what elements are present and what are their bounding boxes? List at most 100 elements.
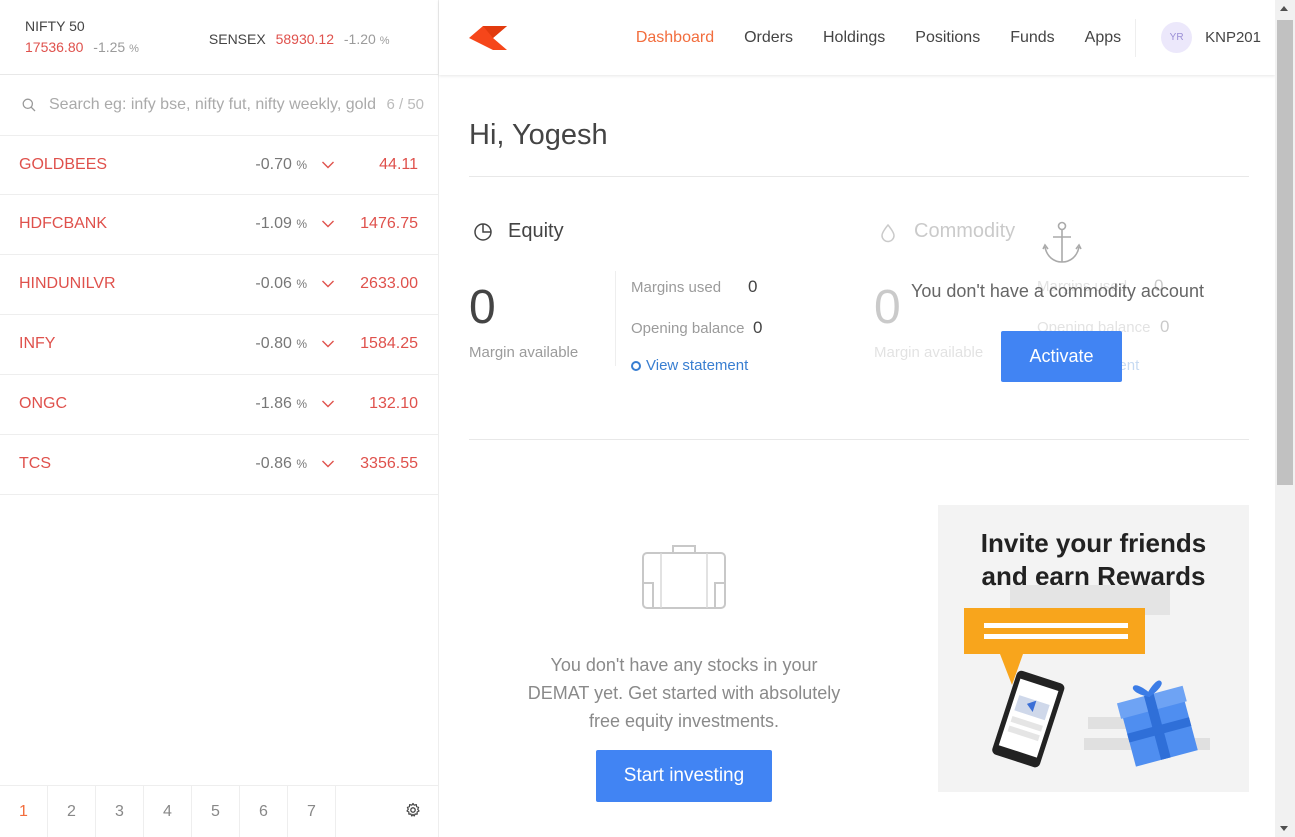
watchlist-tab-6[interactable]: 6 <box>240 786 288 837</box>
greeting: Hi, Yogesh <box>469 119 608 151</box>
divider <box>469 439 1249 440</box>
watchlist-tab-4[interactable]: 4 <box>144 786 192 837</box>
watchlist-row[interactable]: INFY -0.80 % 1584.25 <box>0 315 438 375</box>
watchlist-tab-5[interactable]: 5 <box>192 786 240 837</box>
equity-margin-available: 0 <box>469 281 496 334</box>
instrument-symbol: ONGC <box>19 395 67 412</box>
no-commodity-message: You don't have a commodity account <box>911 281 1204 301</box>
watchlist-tab-7[interactable]: 7 <box>288 786 336 837</box>
nav-funds[interactable]: Funds <box>1010 29 1054 47</box>
percent-change: -0.86 % <box>255 455 307 472</box>
statement-icon <box>631 361 641 371</box>
nav-positions[interactable]: Positions <box>915 29 980 47</box>
avatar[interactable]: YR <box>1161 22 1193 53</box>
percent-change: -1.86 % <box>255 395 307 412</box>
marketwatch-panel: NIFTY 50 17536.80 -1.25 % SENSEX 58930.1… <box>0 0 439 837</box>
nav-dashboard[interactable]: Dashboard <box>636 29 714 47</box>
chevron-down-icon <box>322 161 334 169</box>
top-header: Dashboard Orders Holdings Positions Funds App… <box>439 0 1275 75</box>
chevron-down-icon <box>322 340 334 348</box>
watchlist-pager: 1234567 <box>0 785 439 837</box>
index-bar: NIFTY 50 17536.80 -1.25 % SENSEX 58930.1… <box>0 0 438 75</box>
instrument-symbol: HDFCBANK <box>19 215 108 232</box>
commodity-margin-available: 0 <box>874 281 901 334</box>
last-price: 1584.25 <box>360 335 418 352</box>
scroll-down-arrow[interactable] <box>1280 826 1288 831</box>
margin-available-label: Margin available <box>874 344 984 361</box>
droplet-icon <box>881 223 895 243</box>
watchlist-tab-3[interactable]: 3 <box>96 786 144 837</box>
kite-dashboard: NIFTY 50 17536.80 -1.25 % SENSEX 58930.1… <box>0 0 1295 837</box>
briefcase-icon <box>642 545 726 609</box>
commodity-segment: Commodity 0 Margin available Margins use… <box>874 215 1234 395</box>
instrument-symbol: GOLDBEES <box>19 156 108 173</box>
start-investing-button[interactable]: Start investing <box>596 750 772 802</box>
vertical-divider <box>615 271 616 366</box>
last-price: 2633.00 <box>360 275 418 292</box>
commodity-title: Commodity <box>914 220 1016 242</box>
chevron-down-icon <box>322 460 334 468</box>
watchlist: GOLDBEES -0.70 % 44.11 HDFCBANK -1.09 % 1476.… <box>0 136 438 495</box>
activate-button[interactable]: Activate <box>1001 331 1122 382</box>
user-id[interactable]: KNP201 <box>1205 29 1261 46</box>
index-value: 17536.80 <box>25 39 84 55</box>
referral-illustration <box>964 585 1210 768</box>
instrument-symbol: HINDUNILVR <box>19 275 116 292</box>
equity-title: Equity <box>508 220 564 242</box>
percent-change: -0.80 % <box>255 335 307 352</box>
watchlist-tab-1[interactable]: 1 <box>0 786 48 837</box>
watchlist-row[interactable]: TCS -0.86 % 3356.55 <box>0 435 438 495</box>
opening-balance-value: 0 <box>753 318 763 337</box>
divider <box>469 176 1249 177</box>
search-input[interactable] <box>49 96 379 114</box>
instrument-symbol: INFY <box>19 335 56 352</box>
last-price: 1476.75 <box>360 215 418 232</box>
index-name: SENSEX <box>208 31 266 47</box>
index-value: 58930.12 <box>275 31 334 47</box>
scroll-thumb[interactable] <box>1277 20 1293 485</box>
percent-change: -0.06 % <box>255 275 307 292</box>
watchlist-row[interactable]: GOLDBEES -0.70 % 44.11 <box>0 136 438 195</box>
index-sensex[interactable]: SENSEX 58930.12 -1.20 % <box>209 18 390 47</box>
chevron-down-icon <box>322 280 334 288</box>
search-icon <box>22 98 36 112</box>
margins-used-value: 0 <box>748 277 758 296</box>
anchor-icon <box>1042 221 1082 263</box>
last-price: 132.10 <box>369 395 418 412</box>
instrument-symbol: TCS <box>19 455 51 472</box>
percent-change: -1.09 % <box>255 215 307 232</box>
watchlist-row[interactable]: ONGC -1.86 % 132.10 <box>0 375 438 435</box>
percent-change: -0.70 % <box>255 156 307 173</box>
last-price: 3356.55 <box>360 455 418 472</box>
index-change: -1.25 % <box>93 39 139 55</box>
kite-logo[interactable] <box>469 26 507 50</box>
view-statement-link[interactable]: View statement <box>631 357 748 374</box>
pie-chart-icon <box>474 223 492 241</box>
margin-available-label: Margin available <box>469 344 579 361</box>
opening-balance-value: 0 <box>1160 317 1170 336</box>
referral-banner[interactable]: Invite your friends and earn Rewards <box>938 505 1249 792</box>
watchlist-row[interactable]: HDFCBANK -1.09 % 1476.75 <box>0 195 438 255</box>
watchlist-count: 6 / 50 <box>384 96 424 113</box>
index-name: NIFTY 50 <box>25 18 85 34</box>
holdings-empty-state: You don't have any stocks in your DEMAT y… <box>499 543 869 735</box>
nav-divider <box>1135 18 1137 57</box>
empty-holdings-text: You don't have any stocks in your DEMAT y… <box>527 655 841 731</box>
watchlist-row[interactable]: HINDUNILVR -0.06 % 2633.00 <box>0 255 438 315</box>
chevron-down-icon <box>322 400 334 408</box>
last-price: 44.11 <box>379 156 418 173</box>
page-scrollbar[interactable] <box>1275 0 1295 837</box>
scroll-up-arrow[interactable] <box>1280 6 1288 11</box>
gear-icon[interactable] <box>405 802 421 818</box>
watchlist-tab-2[interactable]: 2 <box>48 786 96 837</box>
nav-holdings[interactable]: Holdings <box>823 29 885 47</box>
instrument-search: 6 / 50 <box>0 75 438 136</box>
index-nifty[interactable]: NIFTY 50 17536.80 -1.25 % <box>25 18 139 55</box>
main-nav: Dashboard Orders Holdings Positions Funds App… <box>606 0 1275 75</box>
nav-orders[interactable]: Orders <box>744 29 793 47</box>
margins-used-label: Margins used <box>631 279 722 296</box>
chevron-down-icon <box>322 220 334 228</box>
index-change: -1.20 % <box>343 31 390 47</box>
opening-balance-label: Opening balance <box>631 320 745 337</box>
nav-apps[interactable]: Apps <box>1085 29 1121 47</box>
